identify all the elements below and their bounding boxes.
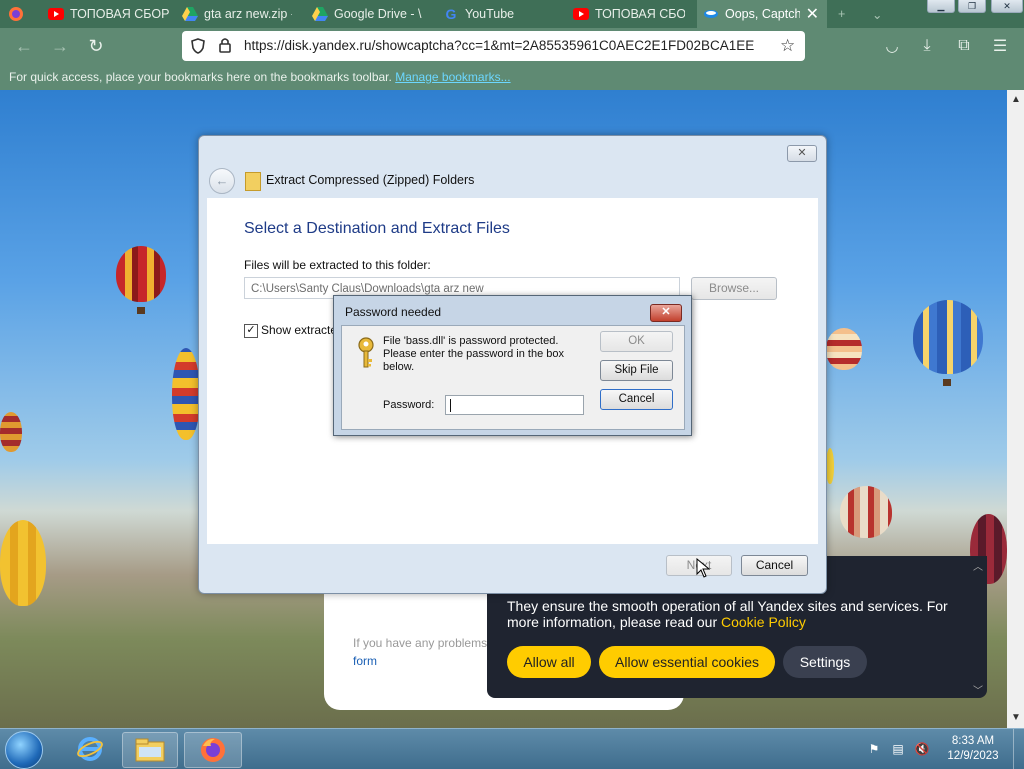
forward-icon[interactable]: → — [46, 32, 74, 60]
internet-explorer-icon[interactable] — [66, 732, 114, 766]
tab-title: gta arz new.zip - — [204, 7, 292, 21]
balloon-image — [0, 520, 46, 606]
action-center-icon[interactable]: ⚑ — [866, 741, 882, 757]
password-input[interactable] — [445, 395, 584, 415]
tab-title: YouTube — [465, 7, 515, 21]
zip-folder-icon — [245, 172, 261, 191]
shield-icon[interactable] — [190, 38, 206, 57]
clock-time: 8:33 AM — [951, 735, 995, 747]
tab-3[interactable]: Google Drive - \ — [312, 0, 424, 28]
balloon-basket — [943, 379, 951, 386]
tab-title: ТОПОВАЯ СБОР — [595, 7, 685, 21]
password-dialog-title: Password needed — [345, 305, 442, 319]
balloon-image — [116, 246, 166, 302]
text-caret — [450, 399, 451, 412]
tab-4[interactable]: G YouTube — [443, 0, 553, 28]
downloads-icon[interactable]: ⤓ — [913, 32, 941, 60]
tab-strip: ТОПОВАЯ СБОР gta arz new.zip - Google Dr… — [0, 0, 1024, 28]
cookie-policy-link[interactable]: Cookie Policy — [721, 614, 806, 630]
firefox-menu-icon[interactable] — [8, 0, 28, 28]
minimize-icon[interactable]: ▁ — [927, 0, 955, 13]
cancel-button[interactable]: Cancel — [600, 389, 673, 410]
balloon-image — [840, 486, 892, 538]
wizard-heading: Select a Destination and Extract Files — [244, 220, 510, 237]
balloon-image — [826, 448, 834, 484]
tab-1[interactable]: ТОПОВАЯ СБОР — [48, 0, 170, 28]
bookmarks-bar: For quick access, place your bookmarks h… — [0, 64, 1024, 90]
balloon-basket — [137, 307, 145, 314]
key-icon — [355, 336, 377, 370]
show-files-checkbox[interactable]: ✓ — [244, 324, 258, 338]
manage-bookmarks-link[interactable]: Manage bookmarks... — [395, 70, 510, 84]
skip-file-button[interactable]: Skip File — [600, 360, 673, 381]
back-arrow-icon[interactable]: ← — [209, 168, 235, 194]
yandex-disk-icon — [703, 6, 719, 22]
youtube-icon — [48, 6, 64, 22]
taskbar: ⚑ ▤ 🔇 8:33 AM 12/9/2023 — [0, 728, 1024, 769]
tab-2[interactable]: gta arz new.zip - — [182, 0, 292, 28]
balloon-image — [913, 300, 983, 374]
pocket-icon[interactable]: ◡ — [878, 32, 906, 60]
browse-button[interactable]: Browse... — [691, 277, 777, 300]
volume-muted-icon[interactable]: 🔇 — [914, 741, 930, 757]
reload-icon[interactable]: ↻ — [82, 32, 110, 60]
tab-title: Oops, Captch — [725, 7, 800, 21]
allow-all-button[interactable]: Allow all — [507, 646, 591, 678]
back-icon[interactable]: ← — [10, 32, 38, 60]
youtube-icon — [573, 6, 589, 22]
lock-icon[interactable] — [218, 37, 232, 56]
mouse-cursor-icon — [696, 557, 711, 581]
bookmarks-hint: For quick access, place your bookmarks h… — [9, 70, 392, 84]
url-text[interactable]: https://disk.yandex.ru/showcaptcha?cc=1&… — [244, 38, 754, 53]
google-icon: G — [445, 6, 457, 22]
system-clock[interactable]: 8:33 AM 12/9/2023 — [940, 734, 1006, 764]
password-label: Password: — [383, 399, 435, 411]
show-files-label: Show extracte — [261, 323, 338, 337]
tab-title: ТОПОВАЯ СБОР — [70, 7, 170, 21]
close-window-icon[interactable]: ✕ — [991, 0, 1023, 13]
menu-icon[interactable]: ☰ — [986, 32, 1014, 60]
navigation-bar: ← → ↻ https://disk.yandex.ru/showcaptcha… — [0, 28, 1024, 64]
google-drive-icon — [312, 6, 328, 22]
scroll-down-icon[interactable]: ▼ — [1011, 712, 1021, 723]
google-drive-icon — [182, 6, 198, 22]
folder-label: Files will be extracted to this folder: — [244, 258, 431, 272]
balloon-image — [826, 328, 862, 370]
dialog-title: Extract Compressed (Zipped) Folders — [266, 173, 475, 187]
tab-title: Google Drive - \ — [334, 7, 422, 21]
feedback-form-link[interactable]: form — [353, 654, 377, 668]
network-icon[interactable]: ▤ — [890, 741, 906, 757]
firefox-taskbar-icon[interactable] — [184, 732, 242, 768]
close-dialog-button[interactable]: ✕ — [650, 304, 682, 322]
page-scrollbar[interactable]: ▲ ▼ — [1007, 90, 1024, 728]
show-desktop-button[interactable] — [1013, 729, 1024, 769]
cancel-button[interactable]: Cancel — [741, 555, 808, 576]
settings-button[interactable]: Settings — [783, 646, 867, 678]
ok-button[interactable]: OK — [600, 331, 673, 352]
problems-text: If you have any problems — [353, 636, 488, 650]
clock-date: 12/9/2023 — [947, 750, 999, 762]
file-explorer-icon[interactable] — [122, 732, 178, 768]
new-tab-icon[interactable]: + — [838, 0, 854, 28]
password-dialog: Password needed ✕ File 'bass.dll' is pas… — [333, 295, 692, 436]
list-tabs-icon[interactable]: ⌄ — [872, 0, 888, 28]
password-dialog-body: File 'bass.dll' is password protected. P… — [341, 325, 685, 430]
scroll-down-icon[interactable]: ﹀ — [973, 682, 983, 697]
password-message: File 'bass.dll' is password protected. P… — [383, 335, 565, 373]
scroll-up-icon[interactable]: ▲ — [1011, 94, 1021, 105]
scroll-up-icon[interactable]: ︿ — [973, 558, 983, 573]
close-dialog-button[interactable]: ✕ — [787, 145, 817, 162]
tab-6-active[interactable]: Oops, Captch ✕ — [697, 0, 827, 28]
restore-icon[interactable]: ❐ — [958, 0, 986, 13]
balloon-image — [0, 412, 22, 452]
cookie-scrollbar[interactable]: ︿ ﹀ — [969, 556, 987, 698]
url-bar[interactable]: https://disk.yandex.ru/showcaptcha?cc=1&… — [182, 31, 805, 61]
start-button[interactable] — [5, 731, 43, 769]
allow-essential-cookies-button[interactable]: Allow essential cookies — [599, 646, 775, 678]
balloon-image — [172, 348, 200, 440]
close-tab-icon[interactable]: ✕ — [806, 4, 819, 24]
bookmark-star-icon[interactable]: ☆ — [780, 36, 795, 56]
extensions-icon[interactable]: ⧉ — [950, 32, 978, 60]
tab-5[interactable]: ТОПОВАЯ СБОР — [573, 0, 685, 28]
